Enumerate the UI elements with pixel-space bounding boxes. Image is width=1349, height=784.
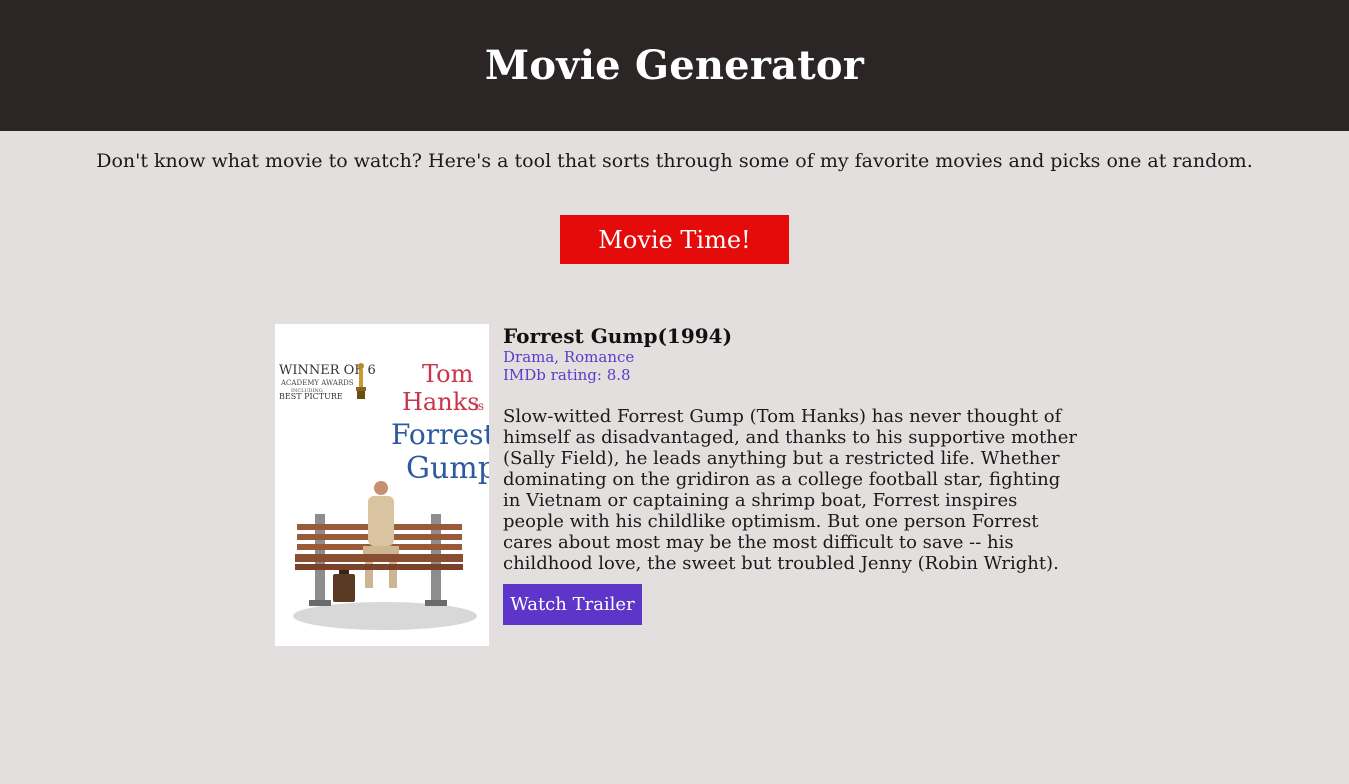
movie-plot: Slow-witted Forrest Gump (Tom Hanks) has… <box>503 406 1078 574</box>
poster-name-line3: Forrest <box>391 418 489 451</box>
movie-time-button[interactable]: Movie Time! <box>560 215 789 264</box>
poster-name-line1: Tom <box>422 360 474 388</box>
watch-trailer-button[interactable]: Watch Trailer <box>503 584 642 625</box>
poster-award-line4: BEST PICTURE <box>279 392 343 401</box>
movie-poster: WINNER OF 6 ACADEMY AWARDS INCLUDING BES… <box>275 324 489 646</box>
poster-name-is: is <box>474 399 484 413</box>
poster-name-line4: Gump <box>406 451 489 486</box>
site-header: Movie Generator <box>0 0 1349 131</box>
page-title: Movie Generator <box>484 42 865 89</box>
movie-genres: Drama, Romance <box>503 348 635 366</box>
movie-title: Forrest Gump(1994) <box>503 324 733 348</box>
movie-details: Forrest Gump(1994) Drama, Romance IMDb r… <box>503 324 1083 625</box>
intro-text: Don't know what movie to watch? Here's a… <box>96 150 1253 172</box>
movie-rating: IMDb rating: 8.8 <box>503 366 631 384</box>
poster-award-line2: ACADEMY AWARDS <box>280 379 354 387</box>
poster-artwork: WINNER OF 6 ACADEMY AWARDS INCLUDING BES… <box>275 324 489 646</box>
poster-name-line2: Hanks <box>402 388 480 416</box>
